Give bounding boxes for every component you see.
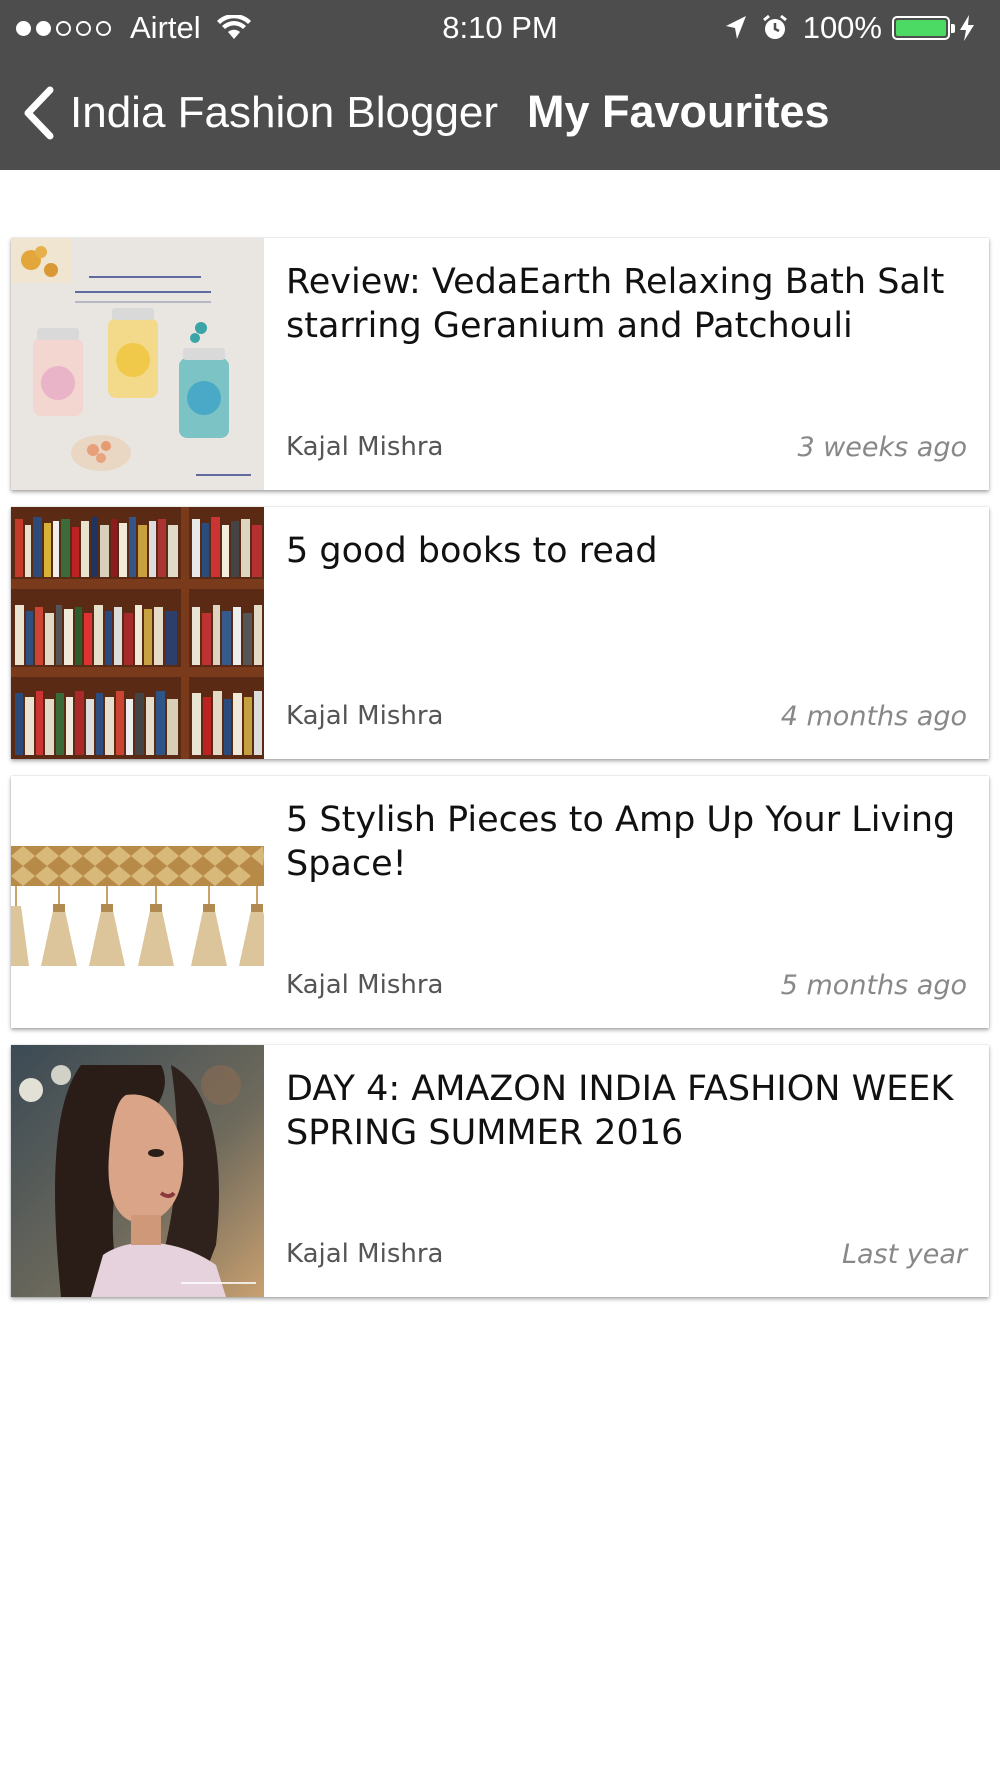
post-time: 5 months ago bbox=[780, 970, 967, 1001]
top-bar: Airtel 8:10 PM 100% India Fashion Blogge… bbox=[0, 0, 1000, 170]
list-item[interactable]: 5 good books to read Kajal Mishra 4 mont… bbox=[11, 507, 989, 759]
post-title: DAY 4: AMAZON INDIA FASHION WEEK SPRING … bbox=[286, 1069, 954, 1153]
battery-percentage: 100% bbox=[802, 10, 882, 45]
post-author: Kajal Mishra bbox=[286, 432, 444, 462]
navigation-bar: India Fashion Blogger My Favourites bbox=[0, 56, 1000, 170]
location-arrow-icon bbox=[725, 16, 746, 39]
post-author: Kajal Mishra bbox=[286, 701, 444, 731]
post-time: Last year bbox=[841, 1239, 967, 1270]
favourites-list: Review: VedaEarth Relaxing Bath Salt sta… bbox=[11, 238, 989, 1314]
post-time: 3 weeks ago bbox=[797, 432, 967, 463]
chevron-left-icon bbox=[24, 86, 54, 140]
post-thumbnail bbox=[11, 238, 264, 490]
battery-icon bbox=[892, 16, 955, 40]
back-button[interactable]: India Fashion Blogger bbox=[20, 86, 498, 140]
post-title: 5 good books to read bbox=[286, 531, 658, 571]
status-bar: Airtel 8:10 PM 100% bbox=[0, 0, 1000, 56]
page-title: My Favourites bbox=[527, 86, 830, 137]
list-item[interactable]: 5 Stylish Pieces to Amp Up Your Living S… bbox=[11, 776, 989, 1028]
back-button-label: India Fashion Blogger bbox=[70, 88, 499, 137]
charging-bolt-icon bbox=[960, 15, 974, 41]
post-title: Review: VedaEarth Relaxing Bath Salt sta… bbox=[286, 262, 945, 346]
post-time: 4 months ago bbox=[780, 701, 967, 732]
post-author: Kajal Mishra bbox=[286, 970, 444, 1000]
post-title: 5 Stylish Pieces to Amp Up Your Living S… bbox=[286, 800, 956, 884]
post-thumbnail bbox=[11, 507, 264, 759]
alarm-icon bbox=[762, 14, 787, 39]
post-thumbnail bbox=[11, 776, 264, 1028]
post-thumbnail bbox=[11, 1045, 264, 1297]
list-item[interactable]: DAY 4: AMAZON INDIA FASHION WEEK SPRING … bbox=[11, 1045, 989, 1297]
list-item[interactable]: Review: VedaEarth Relaxing Bath Salt sta… bbox=[11, 238, 989, 490]
post-author: Kajal Mishra bbox=[286, 1239, 444, 1269]
